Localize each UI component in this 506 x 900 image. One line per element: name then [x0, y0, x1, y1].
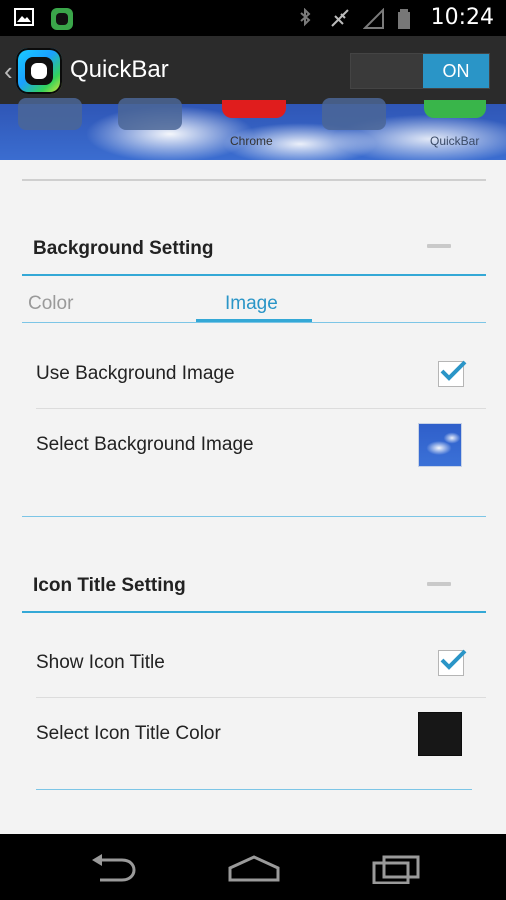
- section-end-divider: [36, 789, 472, 790]
- use-background-image-checkbox[interactable]: [438, 360, 467, 387]
- master-toggle[interactable]: ON: [350, 53, 490, 89]
- action-bar: ‹ QuickBar ON: [0, 36, 506, 104]
- show-icon-title-checkbox[interactable]: [438, 649, 467, 676]
- status-bar: 10:24: [0, 0, 506, 36]
- tab-color[interactable]: Color: [28, 293, 73, 315]
- bluetooth-icon: [295, 7, 315, 28]
- divider: [22, 179, 486, 181]
- section-title-icon-title: Icon Title Setting: [33, 575, 186, 596]
- preview-icon-tile: [322, 98, 386, 130]
- select-icon-title-color-label: Select Icon Title Color: [36, 723, 221, 744]
- home-icon[interactable]: [226, 854, 282, 887]
- preview-label-quickbar: QuickBar: [430, 134, 480, 148]
- show-icon-title-label: Show Icon Title: [36, 652, 165, 673]
- toggle-on-label: ON: [423, 54, 489, 88]
- checkmark-icon: [440, 649, 467, 670]
- collapse-minus-icon[interactable]: [427, 582, 451, 586]
- signal-off-icon: [329, 8, 349, 28]
- image-icon: [14, 7, 34, 27]
- icon-title-color-swatch[interactable]: [418, 712, 462, 756]
- recents-icon[interactable]: [370, 854, 422, 889]
- collapse-minus-icon[interactable]: [427, 244, 451, 248]
- select-background-image-label: Select Background Image: [36, 434, 254, 455]
- app-notification-icon: [50, 7, 73, 30]
- tabs-underline: [22, 322, 486, 323]
- battery-icon: [397, 8, 417, 29]
- preview-icon-tile: [18, 98, 82, 130]
- section-underline: [22, 611, 486, 613]
- app-title: QuickBar: [70, 56, 169, 83]
- background-image-thumbnail[interactable]: [418, 423, 462, 467]
- preview-label-chrome: Chrome: [230, 134, 273, 148]
- back-icon[interactable]: [88, 854, 138, 887]
- quickbar-preview: Chrome QuickBar: [0, 98, 506, 160]
- checkmark-icon: [440, 360, 467, 381]
- use-background-image-label: Use Background Image: [36, 363, 235, 384]
- tab-image[interactable]: Image: [225, 293, 278, 315]
- up-chevron-icon[interactable]: ‹: [4, 56, 13, 87]
- row-divider: [36, 697, 486, 698]
- row-divider: [36, 408, 486, 409]
- section-underline: [22, 274, 486, 276]
- preview-chrome-icon: [222, 100, 286, 118]
- preview-icon-tile: [118, 98, 182, 130]
- navigation-bar: [0, 834, 506, 900]
- app-logo[interactable]: [16, 48, 62, 94]
- section-end-divider: [22, 516, 486, 517]
- preview-quickbar-icon: [424, 100, 486, 118]
- status-time: 10:24: [430, 5, 494, 30]
- cellular-empty-icon: [362, 7, 384, 29]
- section-title-background: Background Setting: [33, 238, 214, 259]
